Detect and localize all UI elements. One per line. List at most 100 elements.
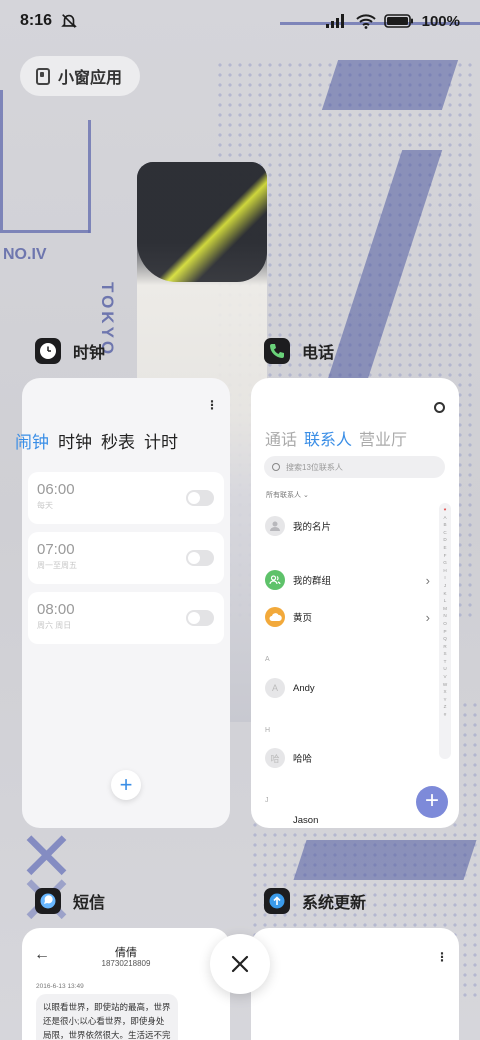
contact-row[interactable]: 哈 哈哈 [265, 748, 430, 768]
index-letter[interactable]: B [443, 521, 446, 529]
yellow-pages-label: 黄页 [293, 613, 313, 624]
yellow-pages-item[interactable]: 黄页 › [265, 607, 430, 627]
alarm-item[interactable]: 08:00 周六 周日 [28, 592, 224, 644]
small-window-button[interactable]: 小窗应用 [20, 56, 141, 96]
my-card-item[interactable]: 我的名片 [265, 516, 430, 536]
signal-icon [325, 14, 344, 28]
tab-stopwatch[interactable]: 秒表 [101, 428, 135, 453]
cloud-icon [265, 607, 285, 627]
group-icon [265, 570, 285, 590]
clock-icon [35, 338, 61, 364]
add-contact-button[interactable]: + [416, 786, 448, 818]
contact-search-input[interactable]: 搜索13位联系人 [264, 456, 445, 478]
mute-bell-icon [61, 14, 77, 28]
index-letter[interactable]: R [443, 643, 446, 651]
index-letter[interactable]: G [443, 559, 447, 567]
section-letter: H [265, 727, 271, 734]
alarm-toggle[interactable] [186, 490, 214, 506]
settings-icon[interactable] [434, 402, 445, 413]
sms-date: 2016-6-13 13:49 [36, 983, 84, 990]
contact-row[interactable]: J Jason [265, 815, 430, 827]
avatar [265, 516, 285, 536]
phone-icon [264, 338, 290, 364]
index-letter[interactable]: E [443, 544, 446, 552]
sms-contact-name: 倩倩 [115, 947, 137, 959]
index-letter[interactable]: # [444, 711, 447, 719]
index-letter[interactable]: S [443, 650, 446, 658]
sms-app-header[interactable]: 短信 [35, 888, 105, 914]
alphabet-index-bar[interactable]: ♥ A B C D E F G H I J K L M N O P Q R S T U V W X Y Z # [439, 503, 451, 759]
contact-row[interactable]: A Andy [265, 678, 430, 698]
phone-tabs: 通话 联系人 营业厅 [265, 426, 407, 450]
groups-item[interactable]: 我的群组 › [265, 570, 430, 590]
tab-service-hall[interactable]: 营业厅 [359, 426, 407, 450]
index-letter[interactable]: T [444, 658, 447, 666]
chevron-right-icon: › [425, 609, 430, 625]
index-letter[interactable]: X [443, 688, 446, 696]
clock-app-name: 时钟 [73, 345, 106, 362]
update-app-card[interactable] [251, 928, 459, 1040]
contact-name: Andy [293, 682, 315, 694]
index-favorites[interactable]: ♥ [444, 506, 447, 514]
close-all-button[interactable] [210, 934, 270, 994]
add-alarm-button[interactable]: + [111, 770, 141, 800]
index-letter[interactable]: U [443, 665, 446, 673]
contact-name: 哈哈 [293, 754, 313, 765]
index-letter[interactable]: P [443, 628, 446, 636]
alarm-toggle[interactable] [186, 550, 214, 566]
section-letter: J [265, 797, 269, 804]
index-letter[interactable]: C [443, 529, 446, 537]
sms-message-bubble: 以眼看世界，即使站的最高，世界还是很小;以心看世界，即使身处局限，世界依然很大。… [36, 994, 178, 1040]
index-letter[interactable]: O [443, 620, 447, 628]
update-arrow-icon [264, 888, 290, 914]
clock-more-icon[interactable]: ⋮ [206, 398, 218, 412]
small-window-icon [36, 67, 50, 85]
index-letter[interactable]: I [444, 574, 445, 582]
search-icon [272, 463, 280, 471]
phone-app-header[interactable]: 电话 [264, 338, 334, 364]
update-more-icon[interactable]: ⋮ [436, 950, 448, 964]
tab-timer[interactable]: 计时 [144, 428, 178, 453]
index-letter[interactable]: D [443, 536, 446, 544]
index-letter[interactable]: W [443, 681, 447, 689]
tab-alarm[interactable]: 闹钟 [15, 428, 49, 453]
index-letter[interactable]: K [443, 590, 446, 598]
index-letter[interactable]: F [444, 552, 447, 560]
tab-clock[interactable]: 时钟 [58, 428, 92, 453]
index-letter[interactable]: J [444, 582, 446, 590]
avatar: A [265, 678, 285, 698]
wifi-icon [355, 13, 376, 29]
message-icon [35, 888, 61, 914]
search-placeholder: 搜索13位联系人 [286, 462, 343, 472]
contact-name: Jason [293, 815, 319, 826]
update-app-header[interactable]: 系统更新 [264, 888, 366, 914]
index-letter[interactable]: Y [443, 696, 446, 704]
sms-app-name: 短信 [73, 895, 106, 912]
alarm-item[interactable]: 07:00 周一至周五 [28, 532, 224, 584]
all-contacts-filter[interactable]: 所有联系人 ⌄ [266, 490, 309, 500]
clock-app-header[interactable]: 时钟 [35, 338, 105, 364]
update-app-name: 系统更新 [302, 895, 367, 912]
groups-label: 我的群组 [293, 576, 332, 587]
sms-contact-number: 18730218809 [101, 959, 151, 968]
avatar: 哈 [265, 748, 285, 768]
tab-calls[interactable]: 通话 [265, 426, 297, 450]
my-card-label: 我的名片 [293, 522, 332, 533]
index-letter[interactable]: N [443, 612, 446, 620]
index-letter[interactable]: M [443, 605, 447, 613]
small-window-label: 小窗应用 [58, 70, 123, 87]
index-letter[interactable]: Z [444, 703, 447, 711]
phone-app-name: 电话 [302, 345, 335, 362]
battery-percent: 100% [421, 12, 460, 30]
chevron-right-icon: › [425, 572, 430, 588]
alarm-item[interactable]: 06:00 每天 [28, 472, 224, 524]
index-letter[interactable]: V [443, 673, 446, 681]
index-letter[interactable]: H [443, 567, 446, 575]
battery-icon [383, 14, 413, 28]
index-letter[interactable]: L [444, 597, 447, 605]
tab-contacts[interactable]: 联系人 [304, 426, 352, 450]
section-letter: A [265, 656, 270, 663]
alarm-toggle[interactable] [186, 610, 214, 626]
index-letter[interactable]: Q [443, 635, 447, 643]
index-letter[interactable]: A [443, 514, 446, 522]
